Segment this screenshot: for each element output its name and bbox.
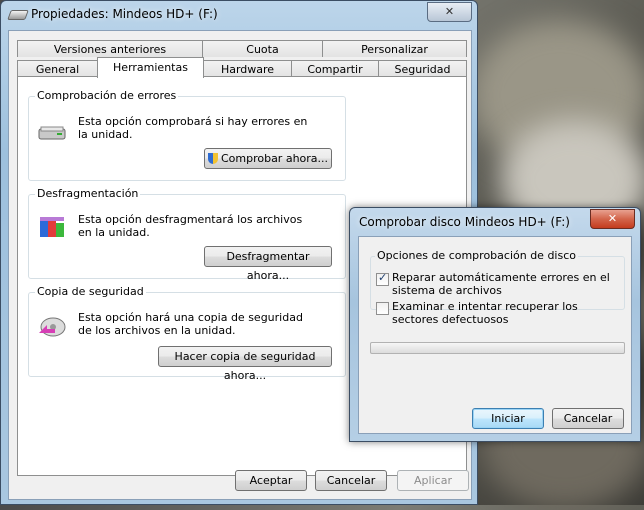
tab-seguridad[interactable]: Seguridad bbox=[378, 60, 467, 77]
disk-options-label: Opciones de comprobación de disco bbox=[375, 249, 578, 262]
repair-checkbox[interactable]: ✓ bbox=[376, 271, 389, 286]
uac-shield-icon bbox=[207, 153, 218, 164]
disk-options-group: Opciones de comprobación de disco ✓ Repa… bbox=[370, 249, 625, 326]
defrag-icon bbox=[40, 217, 64, 237]
backup-text: Esta opción hará una copia de seguridad … bbox=[78, 311, 303, 337]
drive-icon bbox=[38, 126, 66, 140]
checkmark-icon: ✓ bbox=[378, 271, 388, 284]
group-label: Desfragmentación bbox=[35, 187, 141, 200]
dialog-title: Comprobar disco Mindeos HD+ (F:) bbox=[359, 215, 570, 229]
check-now-label: Comprobar ahora... bbox=[220, 152, 329, 165]
title-bar[interactable]: Propiedades: Mindeos HD+ (F:) ✕ bbox=[1, 1, 477, 29]
dialog-cancel-button[interactable]: Cancelar bbox=[552, 408, 624, 429]
defrag-now-button[interactable]: Desfragmentar ahora... bbox=[204, 246, 332, 282]
apply-button[interactable]: Aplicar bbox=[397, 470, 469, 491]
start-button[interactable]: Iniciar bbox=[472, 408, 544, 429]
progress-bar bbox=[370, 342, 625, 354]
dialog-client: Opciones de comprobación de disco ✓ Repa… bbox=[358, 236, 632, 434]
backup-now-button[interactable]: Hacer copia de seguridad ahora... bbox=[158, 346, 332, 382]
tab-herramientas[interactable]: Herramientas bbox=[97, 57, 204, 78]
check-now-button[interactable]: Comprobar ahora... bbox=[204, 148, 332, 169]
group-label: Comprobación de errores bbox=[35, 89, 179, 102]
tab-cuota[interactable]: Cuota bbox=[202, 40, 323, 57]
ok-button[interactable]: Aceptar bbox=[235, 470, 307, 491]
dialog-close-button[interactable]: ✕ bbox=[590, 209, 635, 229]
error-check-group: Comprobación de errores Esta opción comp… bbox=[28, 89, 346, 181]
defrag-group: Desfragmentación Esta opción desfragment… bbox=[28, 187, 346, 282]
group-label: Copia de seguridad bbox=[35, 285, 146, 298]
tab-general[interactable]: General bbox=[17, 60, 98, 77]
error-check-text: Esta opción comprobará si hay errores en… bbox=[78, 115, 308, 141]
repair-option-label[interactable]: Reparar automáticamente errores en el si… bbox=[392, 271, 617, 297]
tab-personalizar[interactable]: Personalizar bbox=[322, 40, 467, 57]
backup-icon bbox=[39, 317, 66, 337]
defrag-text: Esta opción desfragmentará los archivos … bbox=[78, 213, 303, 239]
scan-sectors-checkbox[interactable] bbox=[376, 302, 389, 315]
drive-title-icon bbox=[7, 10, 29, 20]
window-title: Propiedades: Mindeos HD+ (F:) bbox=[31, 7, 218, 21]
check-disk-dialog: Comprobar disco Mindeos HD+ (F:) ✕ Opcio… bbox=[349, 207, 641, 442]
cancel-button[interactable]: Cancelar bbox=[315, 470, 387, 491]
tab-hardware[interactable]: Hardware bbox=[203, 60, 292, 77]
tab-versiones-anteriores[interactable]: Versiones anteriores bbox=[17, 40, 203, 57]
tab-compartir[interactable]: Compartir bbox=[291, 60, 379, 77]
scan-sectors-option-label[interactable]: Examinar e intentar recuperar los sector… bbox=[392, 300, 617, 326]
backup-group: Copia de seguridad Esta opción hará una … bbox=[28, 285, 346, 382]
close-button[interactable]: ✕ bbox=[427, 2, 472, 22]
